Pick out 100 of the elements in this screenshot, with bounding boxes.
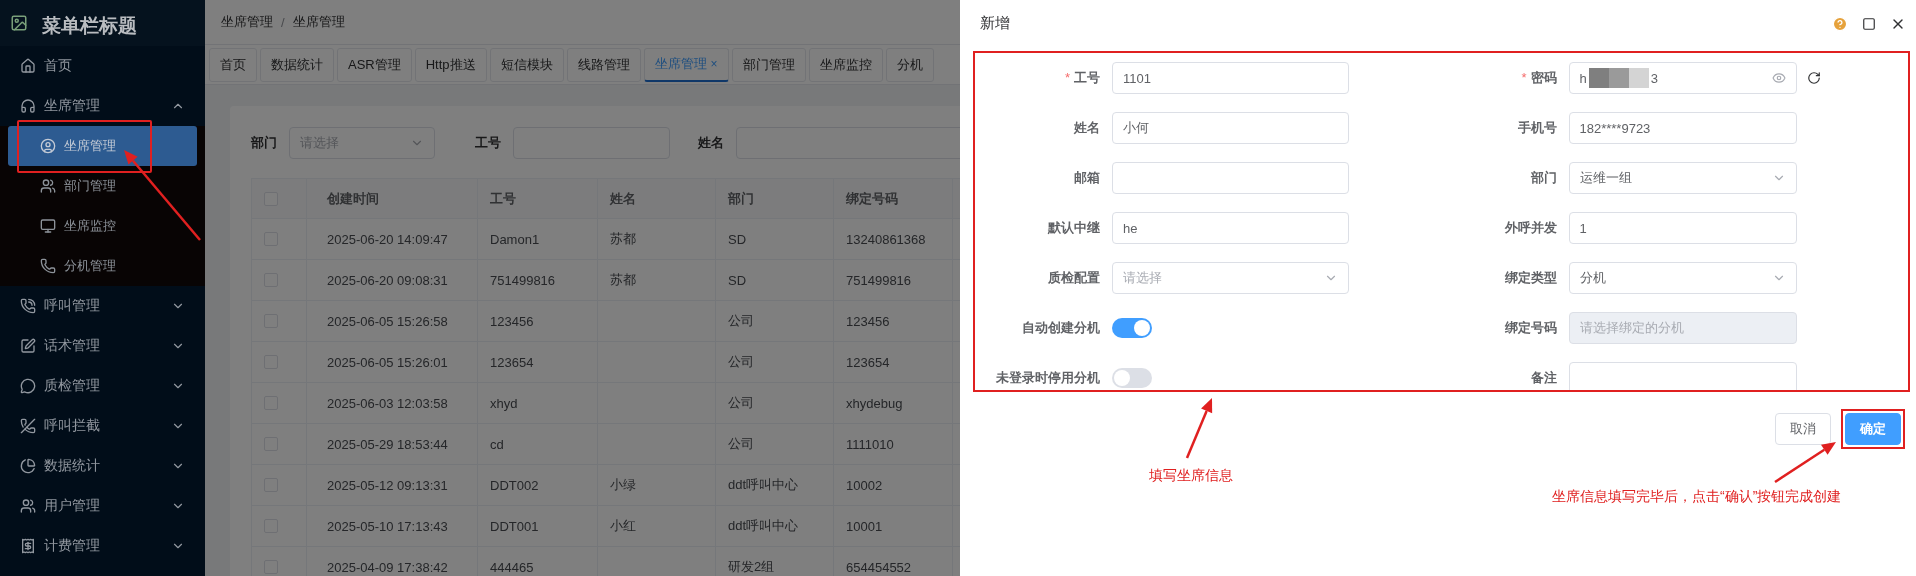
menu-icon xyxy=(20,418,36,434)
field-label: 邮箱 xyxy=(1073,169,1101,187)
cancel-button[interactable]: 取消 xyxy=(1775,413,1831,445)
field-label: 外呼并发 xyxy=(1503,219,1558,237)
column-header: 部门 xyxy=(716,179,834,219)
breadcrumb-item[interactable]: 坐席管理 xyxy=(221,13,273,31)
table-cell: 2025-05-29 18:53:44 xyxy=(307,424,478,465)
submenu-icon xyxy=(40,178,56,194)
table-cell: SD xyxy=(716,260,834,301)
table-cell: 123654 xyxy=(834,342,953,383)
page-tab[interactable]: 数据统计 xyxy=(260,47,334,82)
menu-item[interactable]: 用户管理 xyxy=(0,486,205,526)
refresh-icon[interactable] xyxy=(1806,71,1821,85)
table-cell: 公司 xyxy=(716,424,834,465)
page-tab[interactable]: 坐席监控 xyxy=(808,47,883,82)
field-label: * 工号 xyxy=(1063,69,1101,87)
password-field[interactable]: h 3 xyxy=(1568,62,1797,94)
menu-item[interactable]: 质检管理 xyxy=(0,366,205,406)
menu-icon xyxy=(20,98,36,114)
submenu-item[interactable]: 部门管理 xyxy=(8,166,197,206)
table-cell: 公司 xyxy=(716,301,834,342)
field-label: 手机号 xyxy=(1516,119,1558,137)
select-field[interactable]: 分机 xyxy=(1568,262,1797,294)
input-field[interactable]: 1 xyxy=(1568,212,1797,244)
table-cell: 小红 xyxy=(598,506,716,547)
menu-item[interactable]: 坐席管理 xyxy=(0,86,205,126)
table-cell: 苏都 xyxy=(598,260,716,301)
menu-icon xyxy=(20,538,36,554)
eye-icon[interactable] xyxy=(1771,71,1786,85)
filter-label: 部门 xyxy=(251,134,277,152)
menu-item[interactable]: 计费管理 xyxy=(0,526,205,566)
annotation-text: 坐席信息填写完毕后，点击“确认”按钮完成创建 xyxy=(1552,488,1842,506)
page-tab[interactable]: 分机 xyxy=(885,47,934,82)
table-cell: 1111010 xyxy=(834,424,953,465)
field-label: 备注 xyxy=(1529,369,1558,387)
field-label: 部门 xyxy=(1529,169,1558,187)
table-cell: 10002 xyxy=(834,465,953,506)
field-label: 姓名 xyxy=(1073,119,1101,137)
menu-item[interactable]: 数据统计 xyxy=(0,446,205,486)
annotation-arrow xyxy=(1185,398,1213,459)
table-cell: 苏都 xyxy=(598,219,716,260)
field-label: * 密码 xyxy=(1520,69,1558,87)
input-field[interactable] xyxy=(736,127,960,159)
table-cell: 2025-06-20 09:08:31 xyxy=(307,260,478,301)
menu-item[interactable]: 首页 xyxy=(0,46,205,86)
breadcrumb-item[interactable]: 坐席管理 xyxy=(292,13,345,31)
table-cell: 公司 xyxy=(716,342,834,383)
menu-item[interactable]: 话术管理 xyxy=(0,326,205,366)
input-field[interactable]: 1101 xyxy=(1112,62,1349,94)
menu-icon xyxy=(20,58,36,74)
page-tab[interactable]: 短信模块 xyxy=(489,47,564,82)
column-header: 绑定号码 xyxy=(834,179,953,219)
table-cell: 123654 xyxy=(478,342,598,383)
annotation-arrow xyxy=(1774,442,1836,484)
toggle-switch[interactable] xyxy=(1112,318,1152,338)
annotation-text: 填写坐席信息 xyxy=(1149,467,1233,485)
input-field[interactable]: 小何 xyxy=(1112,112,1349,144)
table-cell: 公司 xyxy=(716,383,834,424)
field-label: 质检配置 xyxy=(1047,269,1101,287)
table-cell: xhyd xyxy=(478,383,598,424)
page-tab[interactable]: 线路管理 xyxy=(566,47,641,82)
submenu-icon xyxy=(40,218,56,234)
table-cell: 13240861368 xyxy=(834,219,953,260)
page-tab[interactable]: Http推送 xyxy=(414,47,487,82)
field-label: 默认中继 xyxy=(1046,219,1101,237)
page-tab[interactable]: 首页 xyxy=(209,47,257,82)
table-cell: 751499816 xyxy=(478,260,598,301)
input-field[interactable] xyxy=(1112,162,1349,194)
menu-item[interactable]: 呼叫拦截 xyxy=(0,406,205,446)
field-label: 绑定号码 xyxy=(1503,319,1558,337)
table-cell: 751499816 xyxy=(834,260,953,301)
field-value: h 3 xyxy=(1579,68,1658,88)
menu-item[interactable]: 呼叫管理 xyxy=(0,286,205,326)
submenu-icon xyxy=(40,258,56,274)
app-title: 菜单栏标题 xyxy=(42,14,137,38)
table-cell: xhydebug xyxy=(834,383,953,424)
menu-icon xyxy=(20,498,36,514)
filter-label: 姓名 xyxy=(698,134,724,152)
input-field[interactable]: he xyxy=(1112,212,1349,244)
submenu-item[interactable]: 坐席管理 xyxy=(8,126,197,166)
table-cell: 2025-06-05 15:26:01 xyxy=(307,342,478,383)
page-tab[interactable]: ASR管理 xyxy=(337,47,412,82)
menu-icon xyxy=(20,458,36,474)
select-field[interactable]: 运维一组 xyxy=(1568,162,1797,194)
menu-icon xyxy=(20,378,36,394)
table-cell: ddt呼叫中心 xyxy=(716,506,834,547)
table-cell: 2025-06-20 14:09:47 xyxy=(307,219,478,260)
table-cell: ddt呼叫中心 xyxy=(716,465,834,506)
table-cell: cd xyxy=(478,424,598,465)
input-field[interactable] xyxy=(1568,362,1797,390)
page-tab[interactable]: 部门管理 xyxy=(731,47,806,82)
field-label: 绑定类型 xyxy=(1503,269,1558,287)
input-field[interactable]: 182****9723 xyxy=(1568,112,1797,144)
maximize-icon[interactable] xyxy=(1862,16,1876,31)
toggle-switch[interactable] xyxy=(1112,368,1152,388)
help-icon[interactable] xyxy=(1832,15,1848,32)
dialog-title: 新增 xyxy=(980,14,1010,33)
column-header: 工号 xyxy=(478,179,598,219)
submenu-item[interactable]: 坐席监控 xyxy=(8,206,197,246)
submenu-item[interactable]: 分机管理 xyxy=(8,246,197,286)
